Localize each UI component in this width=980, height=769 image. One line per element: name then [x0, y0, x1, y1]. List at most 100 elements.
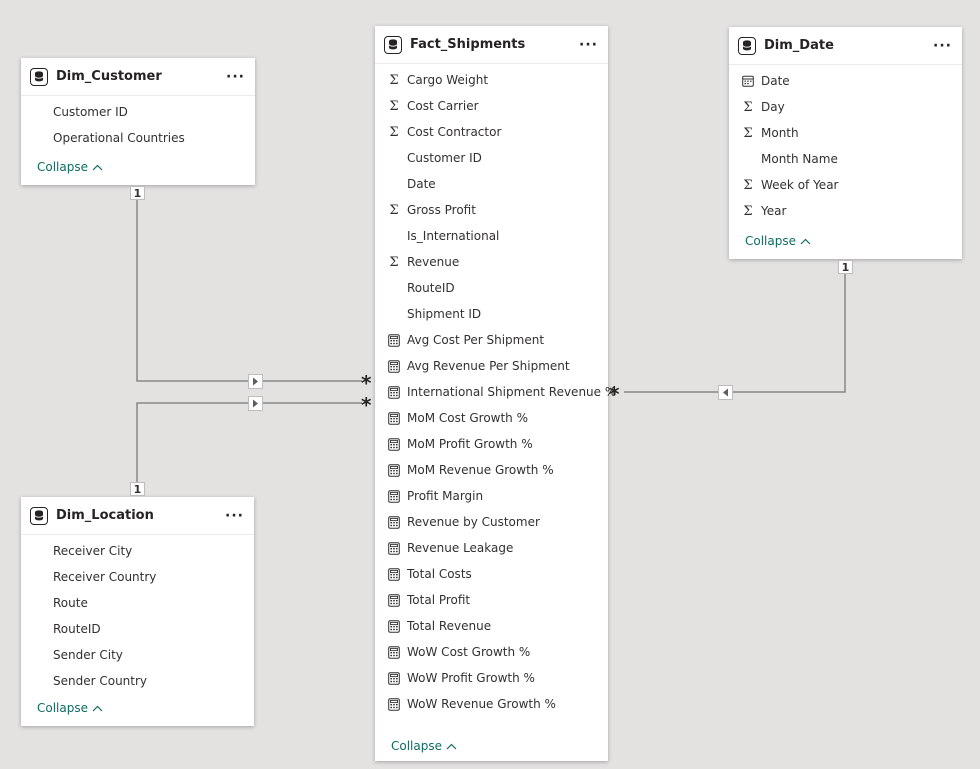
filter-direction-right-icon[interactable] [248, 374, 263, 389]
sigma-icon: Σ [743, 125, 753, 141]
collapse-label: Collapse [37, 160, 88, 174]
field-label: Receiver Country [53, 570, 157, 584]
field-label: Revenue Leakage [407, 541, 514, 555]
field-label: Sender City [53, 648, 123, 662]
table-icon [384, 35, 402, 54]
field-row[interactable]: Σ Gross Profit [375, 197, 608, 223]
table-header[interactable]: Fact_Shipments ··· [375, 26, 608, 64]
sigma-icon: Σ [743, 177, 753, 193]
field-row[interactable]: Total Profit [375, 587, 608, 613]
field-row[interactable]: Σ Year [729, 198, 962, 224]
field-label: Revenue [407, 255, 460, 269]
collapse-label: Collapse [391, 739, 442, 753]
field-row[interactable]: MoM Revenue Growth % [375, 457, 608, 483]
field-row[interactable]: Date [375, 171, 608, 197]
field-label: Avg Revenue Per Shipment [407, 359, 570, 373]
sigma-icon: Σ [389, 254, 399, 270]
table-card-dim-customer[interactable]: Dim_Customer ··· Customer ID Operational … [21, 58, 255, 185]
more-options-icon[interactable]: ··· [933, 38, 952, 54]
field-row[interactable]: Σ Revenue [375, 249, 608, 275]
sigma-icon: Σ [389, 98, 399, 114]
field-row[interactable]: Receiver City [21, 538, 254, 564]
collapse-button[interactable]: Collapse [21, 157, 255, 177]
collapse-button[interactable]: Collapse [21, 698, 254, 718]
calculator-icon [387, 567, 401, 581]
field-row[interactable]: Revenue Leakage [375, 535, 608, 561]
field-row[interactable]: Σ Cost Carrier [375, 93, 608, 119]
field-row[interactable]: International Shipment Revenue % [375, 379, 616, 405]
field-label: Shipment ID [407, 307, 482, 321]
field-row[interactable]: Date [729, 68, 962, 94]
field-label: WoW Profit Growth % [407, 671, 535, 685]
field-row[interactable]: Shipment ID [375, 301, 608, 327]
table-header[interactable]: Dim_Date ··· [729, 27, 962, 65]
collapse-button[interactable]: Collapse [729, 231, 962, 251]
field-row[interactable]: Avg Revenue Per Shipment [375, 353, 608, 379]
field-row[interactable]: Operational Countries [21, 125, 255, 151]
model-canvas[interactable]: Dim_Customer ··· Customer ID Operational … [0, 0, 980, 769]
field-row[interactable]: Σ Week of Year [729, 172, 962, 198]
field-row[interactable]: Profit Margin [375, 483, 608, 509]
field-label: Receiver City [53, 544, 133, 558]
more-options-icon[interactable]: ··· [226, 69, 245, 85]
field-label: RouteID [53, 622, 101, 636]
field-row[interactable]: Revenue by Customer [375, 509, 608, 535]
field-row[interactable]: Σ Cost Contractor [375, 119, 608, 145]
table-header[interactable]: Dim_Customer ··· [21, 58, 255, 96]
collapse-button[interactable]: Collapse [375, 736, 608, 756]
field-row[interactable]: Σ Cargo Weight [375, 67, 608, 93]
field-row[interactable]: Receiver Country [21, 564, 254, 590]
field-label: Cost Contractor [407, 125, 502, 139]
field-row[interactable]: Month Name [729, 146, 962, 172]
more-options-icon[interactable]: ··· [225, 508, 244, 524]
field-row[interactable]: Σ Day [729, 94, 962, 120]
filter-direction-right-icon[interactable] [248, 396, 263, 411]
table-icon [738, 36, 756, 55]
field-row[interactable]: RouteID [375, 275, 608, 301]
field-list: Customer ID Operational Countries [21, 96, 255, 151]
sigma-icon: Σ [743, 99, 753, 115]
field-label: Total Profit [407, 593, 471, 607]
field-label: Revenue by Customer [407, 515, 540, 529]
field-label: Week of Year [761, 178, 839, 192]
field-row[interactable]: Avg Cost Per Shipment [375, 327, 608, 353]
field-row[interactable]: Is_International [375, 223, 608, 249]
field-label: Sender Country [53, 674, 148, 688]
field-row[interactable]: Sender Country [21, 668, 254, 694]
field-row[interactable]: WoW Revenue Growth % [375, 691, 608, 717]
field-row[interactable]: Total Revenue [375, 613, 608, 639]
calculator-icon [387, 333, 401, 347]
field-label: Month Name [761, 152, 838, 166]
field-label: Avg Cost Per Shipment [407, 333, 545, 347]
field-row[interactable]: RouteID [21, 616, 254, 642]
calculator-icon [387, 645, 401, 659]
field-row[interactable]: Customer ID [21, 99, 255, 125]
field-row[interactable]: WoW Profit Growth % [375, 665, 608, 691]
calculator-icon [387, 593, 401, 607]
cardinality-one-badge-location: 1 [130, 482, 145, 496]
relationship-customer-shipments [136, 194, 362, 382]
field-row[interactable]: Total Costs [375, 561, 608, 587]
calculator-icon [387, 359, 401, 373]
field-row[interactable]: Route [21, 590, 254, 616]
table-card-dim-date[interactable]: Dim_Date ··· Date Σ Day Σ Month Month Name Σ We… [729, 27, 962, 259]
field-label: Month [761, 126, 799, 140]
table-header[interactable]: Dim_Location ··· [21, 497, 254, 535]
table-card-fact-shipments[interactable]: Fact_Shipments ··· Σ Cargo Weight Σ Cost Ca… [375, 26, 616, 761]
field-list: Σ Cargo Weight Σ Cost Carrier Σ Cost Contract… [375, 64, 616, 717]
field-row[interactable]: Σ Month [729, 120, 962, 146]
field-row[interactable]: MoM Cost Growth % [375, 405, 608, 431]
field-row[interactable]: Customer ID [375, 145, 608, 171]
more-options-icon[interactable]: ··· [579, 37, 598, 53]
table-card-dim-location[interactable]: Dim_Location ··· Receiver City Receiver C… [21, 497, 254, 726]
field-row[interactable]: Sender City [21, 642, 254, 668]
calculator-icon [387, 489, 401, 503]
filter-direction-left-icon[interactable] [718, 385, 733, 400]
calculator-icon [387, 697, 401, 711]
field-row[interactable]: MoM Profit Growth % [375, 431, 608, 457]
calculator-icon [387, 463, 401, 477]
field-label: Cost Carrier [407, 99, 479, 113]
relationship-date-shipments [624, 270, 846, 393]
field-label: Profit Margin [407, 489, 484, 503]
field-row[interactable]: WoW Cost Growth % [375, 639, 608, 665]
